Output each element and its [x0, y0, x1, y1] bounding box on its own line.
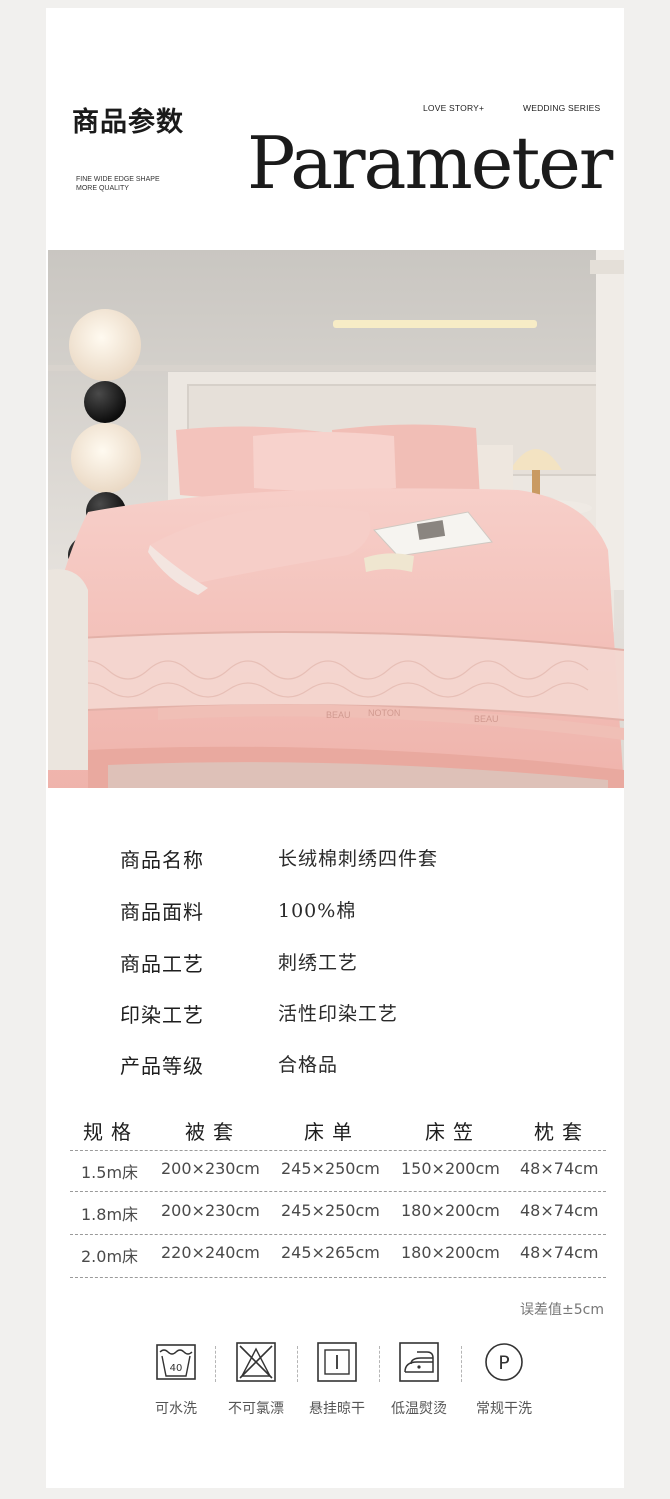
cell-sheet: 245×250cm: [281, 1201, 380, 1220]
table-divider: [70, 1277, 606, 1278]
cell-pillowcase: 48×74cm: [520, 1159, 599, 1178]
param-label: 商品名称: [120, 848, 204, 872]
param-label: 产品等级: [120, 1054, 204, 1078]
table-divider: [70, 1150, 606, 1151]
ribbon-text-left: BEAU: [326, 710, 351, 720]
title-en: Parameter: [247, 121, 613, 205]
cell-fitted: 180×200cm: [401, 1201, 500, 1220]
no-bleach-icon: [236, 1342, 276, 1382]
wash-40-icon: 40: [156, 1344, 196, 1380]
cell-pillowcase: 48×74cm: [520, 1243, 599, 1262]
param-value: 活性印染工艺: [278, 1003, 399, 1025]
cell-duvet: 220×240cm: [161, 1243, 260, 1262]
cell-duvet: 200×230cm: [161, 1159, 260, 1178]
hang-dry-icon: [317, 1342, 357, 1382]
table-divider: [70, 1191, 606, 1192]
cell-sheet: 245×250cm: [281, 1159, 380, 1178]
care-item-no-bleach: 不可氯漂: [211, 1340, 301, 1418]
title-cn: 商品参数: [72, 107, 184, 138]
param-value: 100%棉: [278, 900, 357, 922]
care-label: 不可氯漂: [228, 1401, 284, 1417]
table-row: 1.8m床 200×230cm 245×250cm 180×200cm 48×7…: [0, 1201, 670, 1241]
tagline: FINE WIDE EDGE SHAPE MORE QUALITY: [76, 175, 186, 193]
param-label: 印染工艺: [120, 1003, 204, 1027]
table-divider: [70, 1234, 606, 1235]
tagline-line2: MORE QUALITY: [76, 185, 129, 192]
care-label: 低温熨烫: [391, 1401, 447, 1417]
cell-size: 1.5m床: [81, 1163, 139, 1182]
wash-temp: 40: [170, 1363, 183, 1374]
care-item-dry-clean: P 常规干洗: [459, 1340, 549, 1418]
cell-size: 1.8m床: [81, 1205, 139, 1224]
param-value: 合格品: [278, 1054, 339, 1076]
care-item-hang-dry: 悬挂晾干: [292, 1340, 382, 1418]
spec-header-sheet: 床单: [304, 1120, 360, 1144]
param-value: 刺绣工艺: [278, 952, 359, 974]
dry-clean-letter: P: [498, 1352, 509, 1374]
param-label: 商品面料: [120, 900, 204, 924]
ribbon-text-right: BEAU: [474, 714, 499, 724]
param-label: 商品工艺: [120, 952, 204, 976]
care-item-iron: 低温熨烫: [374, 1340, 464, 1418]
cell-size: 2.0m床: [81, 1247, 139, 1266]
care-label: 悬挂晾干: [309, 1401, 365, 1417]
cell-sheet: 245×265cm: [281, 1243, 380, 1262]
param-value: 长绒棉刺绣四件套: [278, 848, 439, 870]
tag-wedding-series: WEDDING SERIES: [523, 103, 601, 113]
tolerance-note: 误差值±5cm: [520, 1302, 604, 1318]
param-row-craft: 商品工艺 刺绣工艺: [0, 948, 670, 978]
spec-header-size: 规格: [83, 1120, 139, 1144]
cell-duvet: 200×230cm: [161, 1201, 260, 1220]
care-item-wash: 40 可水洗: [131, 1340, 221, 1418]
dry-clean-icon: P: [485, 1343, 523, 1381]
param-row-dyeing: 印染工艺 活性印染工艺: [0, 999, 670, 1029]
cell-pillowcase: 48×74cm: [520, 1201, 599, 1220]
table-row: 1.5m床 200×230cm 245×250cm 150×200cm 48×7…: [0, 1159, 670, 1199]
header: 商品参数 FINE WIDE EDGE SHAPE MORE QUALITY L…: [0, 0, 670, 240]
product-photo: BEAU NOTON BEAU: [48, 250, 624, 788]
care-label: 常规干洗: [476, 1401, 532, 1417]
care-label: 可水洗: [155, 1401, 197, 1417]
care-instructions: 40 可水洗 不可氯漂 悬挂晾干 低温熨烫 P 常规干洗: [0, 1340, 670, 1430]
tag-love-story: LOVE STORY+: [423, 103, 485, 113]
param-row-name: 商品名称 长绒棉刺绣四件套: [0, 844, 670, 874]
param-row-grade: 产品等级 合格品: [0, 1050, 670, 1080]
param-row-fabric: 商品面料 100%棉: [0, 896, 670, 926]
cell-fitted: 180×200cm: [401, 1243, 500, 1262]
cell-fitted: 150×200cm: [401, 1159, 500, 1178]
spec-header-pillowcase: 枕套: [534, 1120, 590, 1144]
tagline-line1: FINE WIDE EDGE SHAPE: [76, 176, 160, 183]
ribbon-text-mid: NOTON: [368, 708, 400, 718]
spec-table-header: 规格 被套 床单 床笠 枕套: [0, 1116, 670, 1146]
spec-header-fitted: 床笠: [425, 1120, 481, 1144]
spec-header-duvet: 被套: [185, 1120, 241, 1144]
low-iron-icon: [399, 1342, 439, 1382]
